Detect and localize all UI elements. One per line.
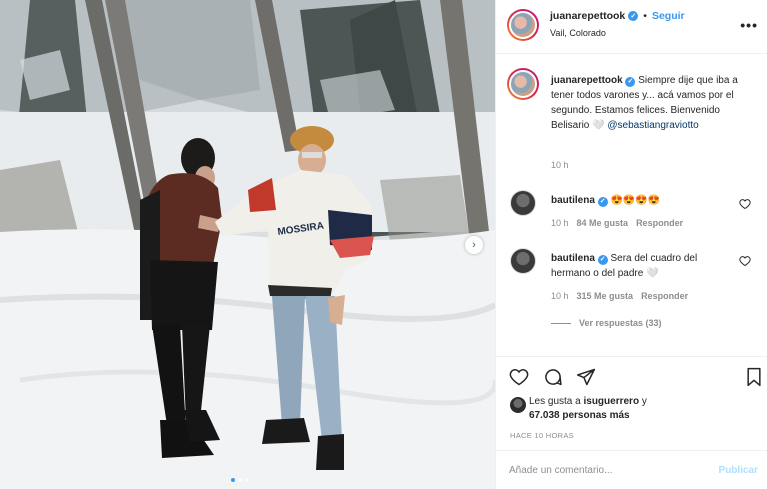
bookmark-icon[interactable] xyxy=(744,367,764,387)
verified-badge-icon: ✓ xyxy=(597,196,608,207)
post-time-ago[interactable]: HACE 10 HORAS xyxy=(510,431,574,440)
carousel-dot xyxy=(245,478,249,482)
view-replies-button[interactable]: Ver respuestas (33) xyxy=(551,318,662,328)
heart-icon[interactable] xyxy=(509,367,529,387)
comment-input[interactable]: Añade un comentario... xyxy=(509,465,612,476)
author-avatar[interactable] xyxy=(507,9,539,41)
heart-icon[interactable] xyxy=(739,255,751,267)
separator-dot: • xyxy=(643,10,647,22)
publish-button[interactable]: Publicar xyxy=(719,465,758,476)
action-bar xyxy=(496,356,767,396)
reply-button[interactable]: Responder xyxy=(636,218,683,228)
post-side-panel: juanarepettook ✓ • Seguir Vail, Colorado… xyxy=(495,0,767,489)
carousel-dot xyxy=(238,478,242,482)
heart-icon[interactable] xyxy=(739,198,751,210)
comment-likes[interactable]: 315 Me gusta xyxy=(577,291,634,301)
comment-time: 10 h xyxy=(551,291,569,301)
caption-text: juanarepettook ✓ Siempre dije que iba a … xyxy=(551,73,751,133)
send-icon[interactable] xyxy=(576,367,596,387)
likes-count[interactable]: 67.038 personas más xyxy=(529,410,630,421)
snow-scene-image: MOSSIRA xyxy=(0,0,495,489)
carousel-dots xyxy=(231,478,249,482)
likes-user-link[interactable]: isuguerrero xyxy=(583,396,639,407)
comment-meta: 10 h 84 Me gusta Responder xyxy=(551,218,683,228)
author-username[interactable]: juanarepettook xyxy=(550,10,625,22)
post-photo[interactable]: MOSSIRA › xyxy=(0,0,495,489)
chevron-right-icon: › xyxy=(472,238,476,251)
likes-suffix: y xyxy=(639,396,647,407)
caption-timestamp: 10 h xyxy=(551,160,569,170)
comment-username[interactable]: bautilena xyxy=(551,253,595,264)
verified-badge-icon: ✓ xyxy=(625,76,636,87)
likes-prefix: Les gusta a xyxy=(529,396,584,407)
caption-username[interactable]: juanarepettook xyxy=(551,75,623,86)
add-comment-bar: Añade un comentario... Publicar xyxy=(496,450,767,489)
post-location[interactable]: Vail, Colorado xyxy=(550,28,606,38)
follow-button[interactable]: Seguir xyxy=(652,10,685,22)
view-replies-label: Ver respuestas (33) xyxy=(579,318,662,328)
comment-text: bautilena ✓ 😍😍😍😍 xyxy=(551,193,736,208)
comment-username[interactable]: bautilena xyxy=(551,195,595,206)
author-row: juanarepettook ✓ • Seguir xyxy=(550,10,685,22)
more-options-icon[interactable]: ••• xyxy=(740,17,758,33)
likes-line: Les gusta a isuguerrero y xyxy=(529,396,647,407)
reply-button[interactable]: Responder xyxy=(641,291,688,301)
post-header: juanarepettook ✓ • Seguir Vail, Colorado… xyxy=(496,0,767,54)
comment-time: 10 h xyxy=(551,218,569,228)
commenter-avatar[interactable] xyxy=(510,190,536,216)
comment-icon[interactable] xyxy=(543,367,563,387)
next-photo-button[interactable]: › xyxy=(465,236,483,254)
comment-text: bautilena ✓ Sera del cuadro del hermano … xyxy=(551,251,736,281)
carousel-dot-active xyxy=(231,478,235,482)
comment-likes[interactable]: 84 Me gusta xyxy=(577,218,629,228)
commenter-avatar[interactable] xyxy=(510,248,536,274)
liker-avatar[interactable] xyxy=(510,397,526,413)
comment-meta: 10 h 315 Me gusta Responder xyxy=(551,291,688,301)
verified-badge-icon: ✓ xyxy=(628,11,639,21)
comment-body: 😍😍😍😍 xyxy=(610,195,661,206)
caption-author-avatar[interactable] xyxy=(507,68,539,100)
replies-divider xyxy=(551,322,571,324)
caption-mention-link[interactable]: @sebastiangraviotto xyxy=(607,120,698,131)
verified-badge-icon: ✓ xyxy=(597,254,608,265)
